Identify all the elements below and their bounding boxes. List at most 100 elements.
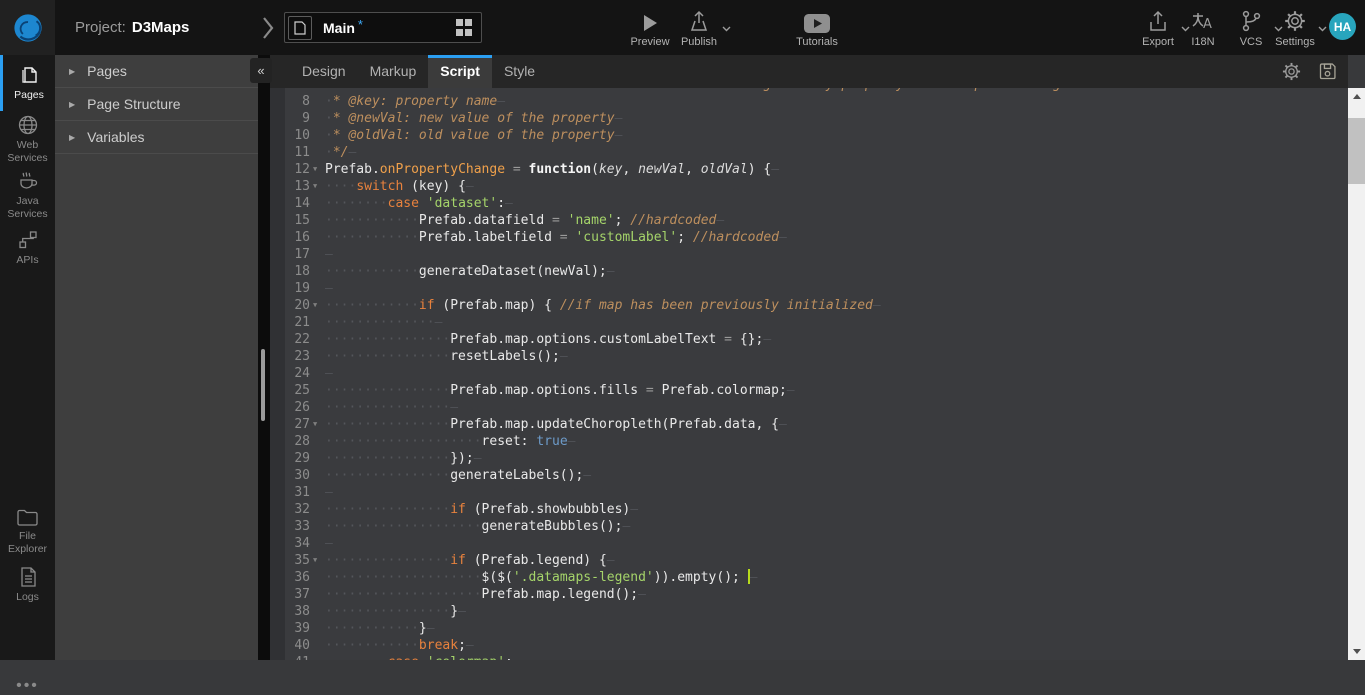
- code-line-23[interactable]: 23················resetLabels();–: [270, 348, 1348, 365]
- code-token-pln: {};: [740, 332, 763, 347]
- code-line-39[interactable]: 39············}–: [270, 620, 1348, 637]
- code-line-33[interactable]: 33····················generateBubbles();…: [270, 518, 1348, 535]
- code-text: ················Prefab.map.options.custo…: [325, 331, 771, 348]
- panel-splitter[interactable]: [258, 55, 270, 660]
- code-line-8[interactable]: 8·* @key: property name–: [270, 93, 1348, 110]
- code-line-15[interactable]: 15············Prefab.datafield = 'name';…: [270, 212, 1348, 229]
- fold-arrow-icon[interactable]: ▼: [310, 178, 325, 195]
- wavemaker-logo[interactable]: [0, 0, 55, 55]
- eol-marker: –: [474, 451, 482, 466]
- code-token-ws: ····················: [325, 587, 482, 602]
- tab-style[interactable]: Style: [492, 55, 547, 88]
- code-line-11[interactable]: 11·*/–: [270, 144, 1348, 161]
- code-line-21[interactable]: 21··············–: [270, 314, 1348, 331]
- panel-section-pages[interactable]: ▶ Pages: [55, 55, 258, 88]
- code-line-35[interactable]: 35▼················if (Prefab.legend) {–: [270, 552, 1348, 569]
- tab-script[interactable]: Script: [428, 55, 492, 88]
- code-line-9[interactable]: 9·* @newVal: new value of the property–: [270, 110, 1348, 127]
- code-token-arg: newVal: [638, 162, 685, 177]
- code-token-pln: }: [419, 621, 427, 636]
- settings-button[interactable]: Settings: [1267, 7, 1323, 48]
- svg-text:A: A: [1203, 17, 1212, 32]
- code-line-27[interactable]: 27▼················Prefab.map.updateChor…: [270, 416, 1348, 433]
- code-line-10[interactable]: 10·* @oldVal: old value of the property–: [270, 127, 1348, 144]
- fold-arrow-icon[interactable]: ▼: [310, 552, 325, 569]
- tutorials-button[interactable]: Tutorials: [789, 7, 845, 48]
- page-switcher-grid-icon[interactable]: [456, 19, 473, 36]
- eol-marker: –: [568, 434, 576, 449]
- code-token-cm: */: [333, 145, 349, 160]
- code-token-atom: true: [536, 434, 567, 449]
- save-icon[interactable]: [1317, 61, 1338, 82]
- publish-icon: [671, 7, 727, 33]
- panel-collapse-button[interactable]: «: [250, 58, 272, 83]
- page-tab-main[interactable]: Main *: [284, 12, 482, 43]
- fold-gutter: [310, 637, 325, 654]
- script-editor[interactable]: 7 * this function will be called wheneve…: [270, 88, 1348, 660]
- code-line-36[interactable]: 36····················$($('.datamaps-leg…: [270, 569, 1348, 586]
- eol-marker: –: [771, 162, 779, 177]
- code-token-pln: (key) {: [403, 179, 466, 194]
- tab-markup[interactable]: Markup: [358, 55, 429, 88]
- sidebar-more-dots[interactable]: •••: [0, 677, 55, 695]
- code-line-17[interactable]: 17–: [270, 246, 1348, 263]
- sidebar-item-pages[interactable]: Pages: [0, 55, 55, 111]
- code-line-28[interactable]: 28····················reset: true–: [270, 433, 1348, 450]
- code-line-12[interactable]: 12▼Prefab.onPropertyChange = function(ke…: [270, 161, 1348, 178]
- line-number: 20: [270, 297, 310, 314]
- splitter-scroll-thumb[interactable]: [261, 349, 265, 421]
- code-line-22[interactable]: 22 ················Prefab.map.options.cus…: [270, 331, 1348, 348]
- code-line-13[interactable]: 13▼····switch (key) {–: [270, 178, 1348, 195]
- scroll-down-arrow[interactable]: [1348, 643, 1365, 660]
- code-line-20[interactable]: 20▼············if (Prefab.map) { //if ma…: [270, 297, 1348, 314]
- fold-arrow-icon[interactable]: ▼: [310, 416, 325, 433]
- user-avatar[interactable]: HA: [1329, 13, 1356, 40]
- code-text: ················}–: [325, 603, 466, 620]
- code-line-14[interactable]: 14········case 'dataset':–: [270, 195, 1348, 212]
- code-line-18[interactable]: 18············generateDataset(newVal);–: [270, 263, 1348, 280]
- panel-section-page-structure[interactable]: ▶ Page Structure: [55, 88, 258, 121]
- code-line-34[interactable]: 34–: [270, 535, 1348, 552]
- tab-design[interactable]: Design: [290, 55, 358, 88]
- fold-arrow-icon[interactable]: ▼: [310, 161, 325, 178]
- editor-vertical-scrollbar[interactable]: [1348, 88, 1365, 660]
- sidebar-item-web-services[interactable]: Web Services: [0, 111, 55, 167]
- code-token-ws: ················: [325, 400, 450, 415]
- code-line-16[interactable]: 16············Prefab.labelfield = 'custo…: [270, 229, 1348, 246]
- fold-gutter: [310, 246, 325, 263]
- sidebar-item-file-explorer[interactable]: File Explorer: [0, 503, 55, 559]
- code-line-30[interactable]: 30················generateLabels();–: [270, 467, 1348, 484]
- scrollbar-thumb[interactable]: [1348, 118, 1365, 184]
- eol-marker: –: [779, 417, 787, 432]
- panel-section-variables[interactable]: ▶ Variables: [55, 121, 258, 154]
- publish-button[interactable]: Publish: [671, 7, 727, 48]
- code-line-40[interactable]: 40············break;–: [270, 637, 1348, 654]
- code-line-38[interactable]: 38················}–: [270, 603, 1348, 620]
- code-line-31[interactable]: 31–: [270, 484, 1348, 501]
- code-line-26[interactable]: 26················–: [270, 399, 1348, 416]
- fold-arrow-icon[interactable]: ▼: [310, 297, 325, 314]
- scroll-up-arrow[interactable]: [1348, 88, 1365, 105]
- code-line-29[interactable]: 29················});–: [270, 450, 1348, 467]
- code-token-ws: ················: [325, 332, 450, 347]
- publish-label: Publish: [671, 36, 727, 48]
- sidebar-item-java-services[interactable]: Java Services: [0, 167, 55, 223]
- editor-settings-gear-icon[interactable]: [1281, 61, 1302, 82]
- code-line-25[interactable]: 25················Prefab.map.options.fil…: [270, 382, 1348, 399]
- fold-gutter: [310, 229, 325, 246]
- code-token-pln: ;: [458, 638, 466, 653]
- code-token-str: '.datamaps-legend': [513, 570, 654, 585]
- code-line-32[interactable]: 32················if (Prefab.showbubbles…: [270, 501, 1348, 518]
- fold-gutter: [310, 399, 325, 416]
- preview-button[interactable]: Preview: [622, 7, 678, 48]
- sidebar-item-logs[interactable]: Logs: [0, 559, 55, 611]
- code-token-pln: (Prefab.map) {: [435, 298, 560, 313]
- sidebar-item-apis[interactable]: APIs: [0, 223, 55, 273]
- code-line-24[interactable]: 24–: [270, 365, 1348, 382]
- code-line-37[interactable]: 37····················Prefab.map.legend(…: [270, 586, 1348, 603]
- line-number: 37: [270, 586, 310, 603]
- line-number: 18: [270, 263, 310, 280]
- code-line-41[interactable]: 41········case 'colormap':–: [270, 654, 1348, 660]
- line-number: 22: [270, 331, 310, 348]
- code-line-19[interactable]: 19–: [270, 280, 1348, 297]
